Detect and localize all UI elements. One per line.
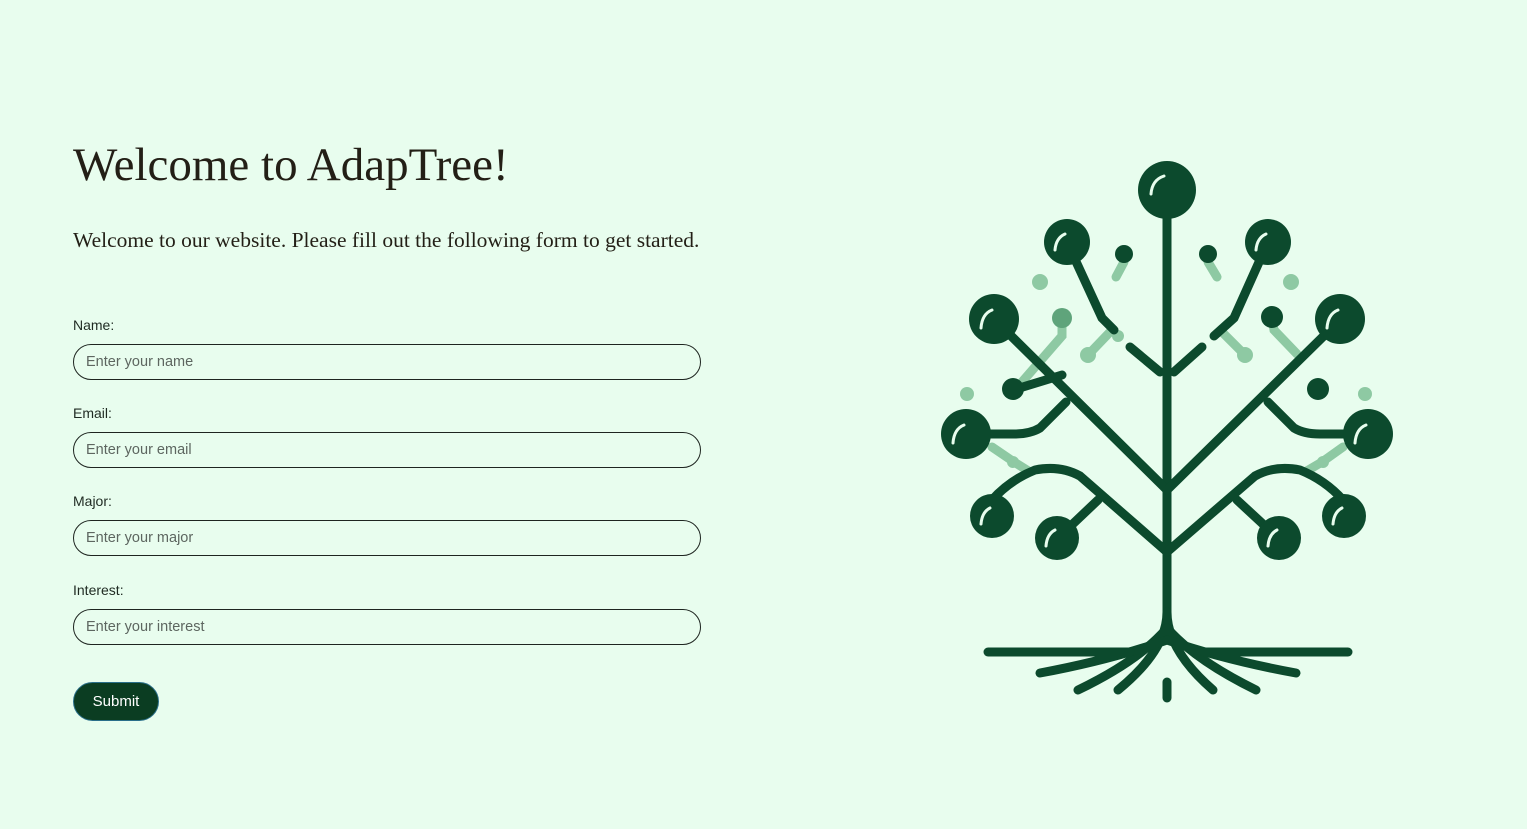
name-input[interactable] <box>73 344 701 380</box>
page-subtitle: Welcome to our website. Please fill out … <box>73 228 700 252</box>
interest-input[interactable] <box>73 609 701 645</box>
submit-button[interactable]: Submit <box>73 682 159 721</box>
email-input[interactable] <box>73 432 701 468</box>
interest-label: Interest: <box>73 582 124 598</box>
major-input[interactable] <box>73 520 701 556</box>
name-label: Name: <box>73 317 115 333</box>
email-label: Email: <box>73 405 112 421</box>
major-label: Major: <box>73 493 112 509</box>
tree-circuit-logo-icon <box>941 161 1393 703</box>
page-title: Welcome to AdapTree! <box>73 139 509 191</box>
tree-illustration <box>810 85 1510 785</box>
